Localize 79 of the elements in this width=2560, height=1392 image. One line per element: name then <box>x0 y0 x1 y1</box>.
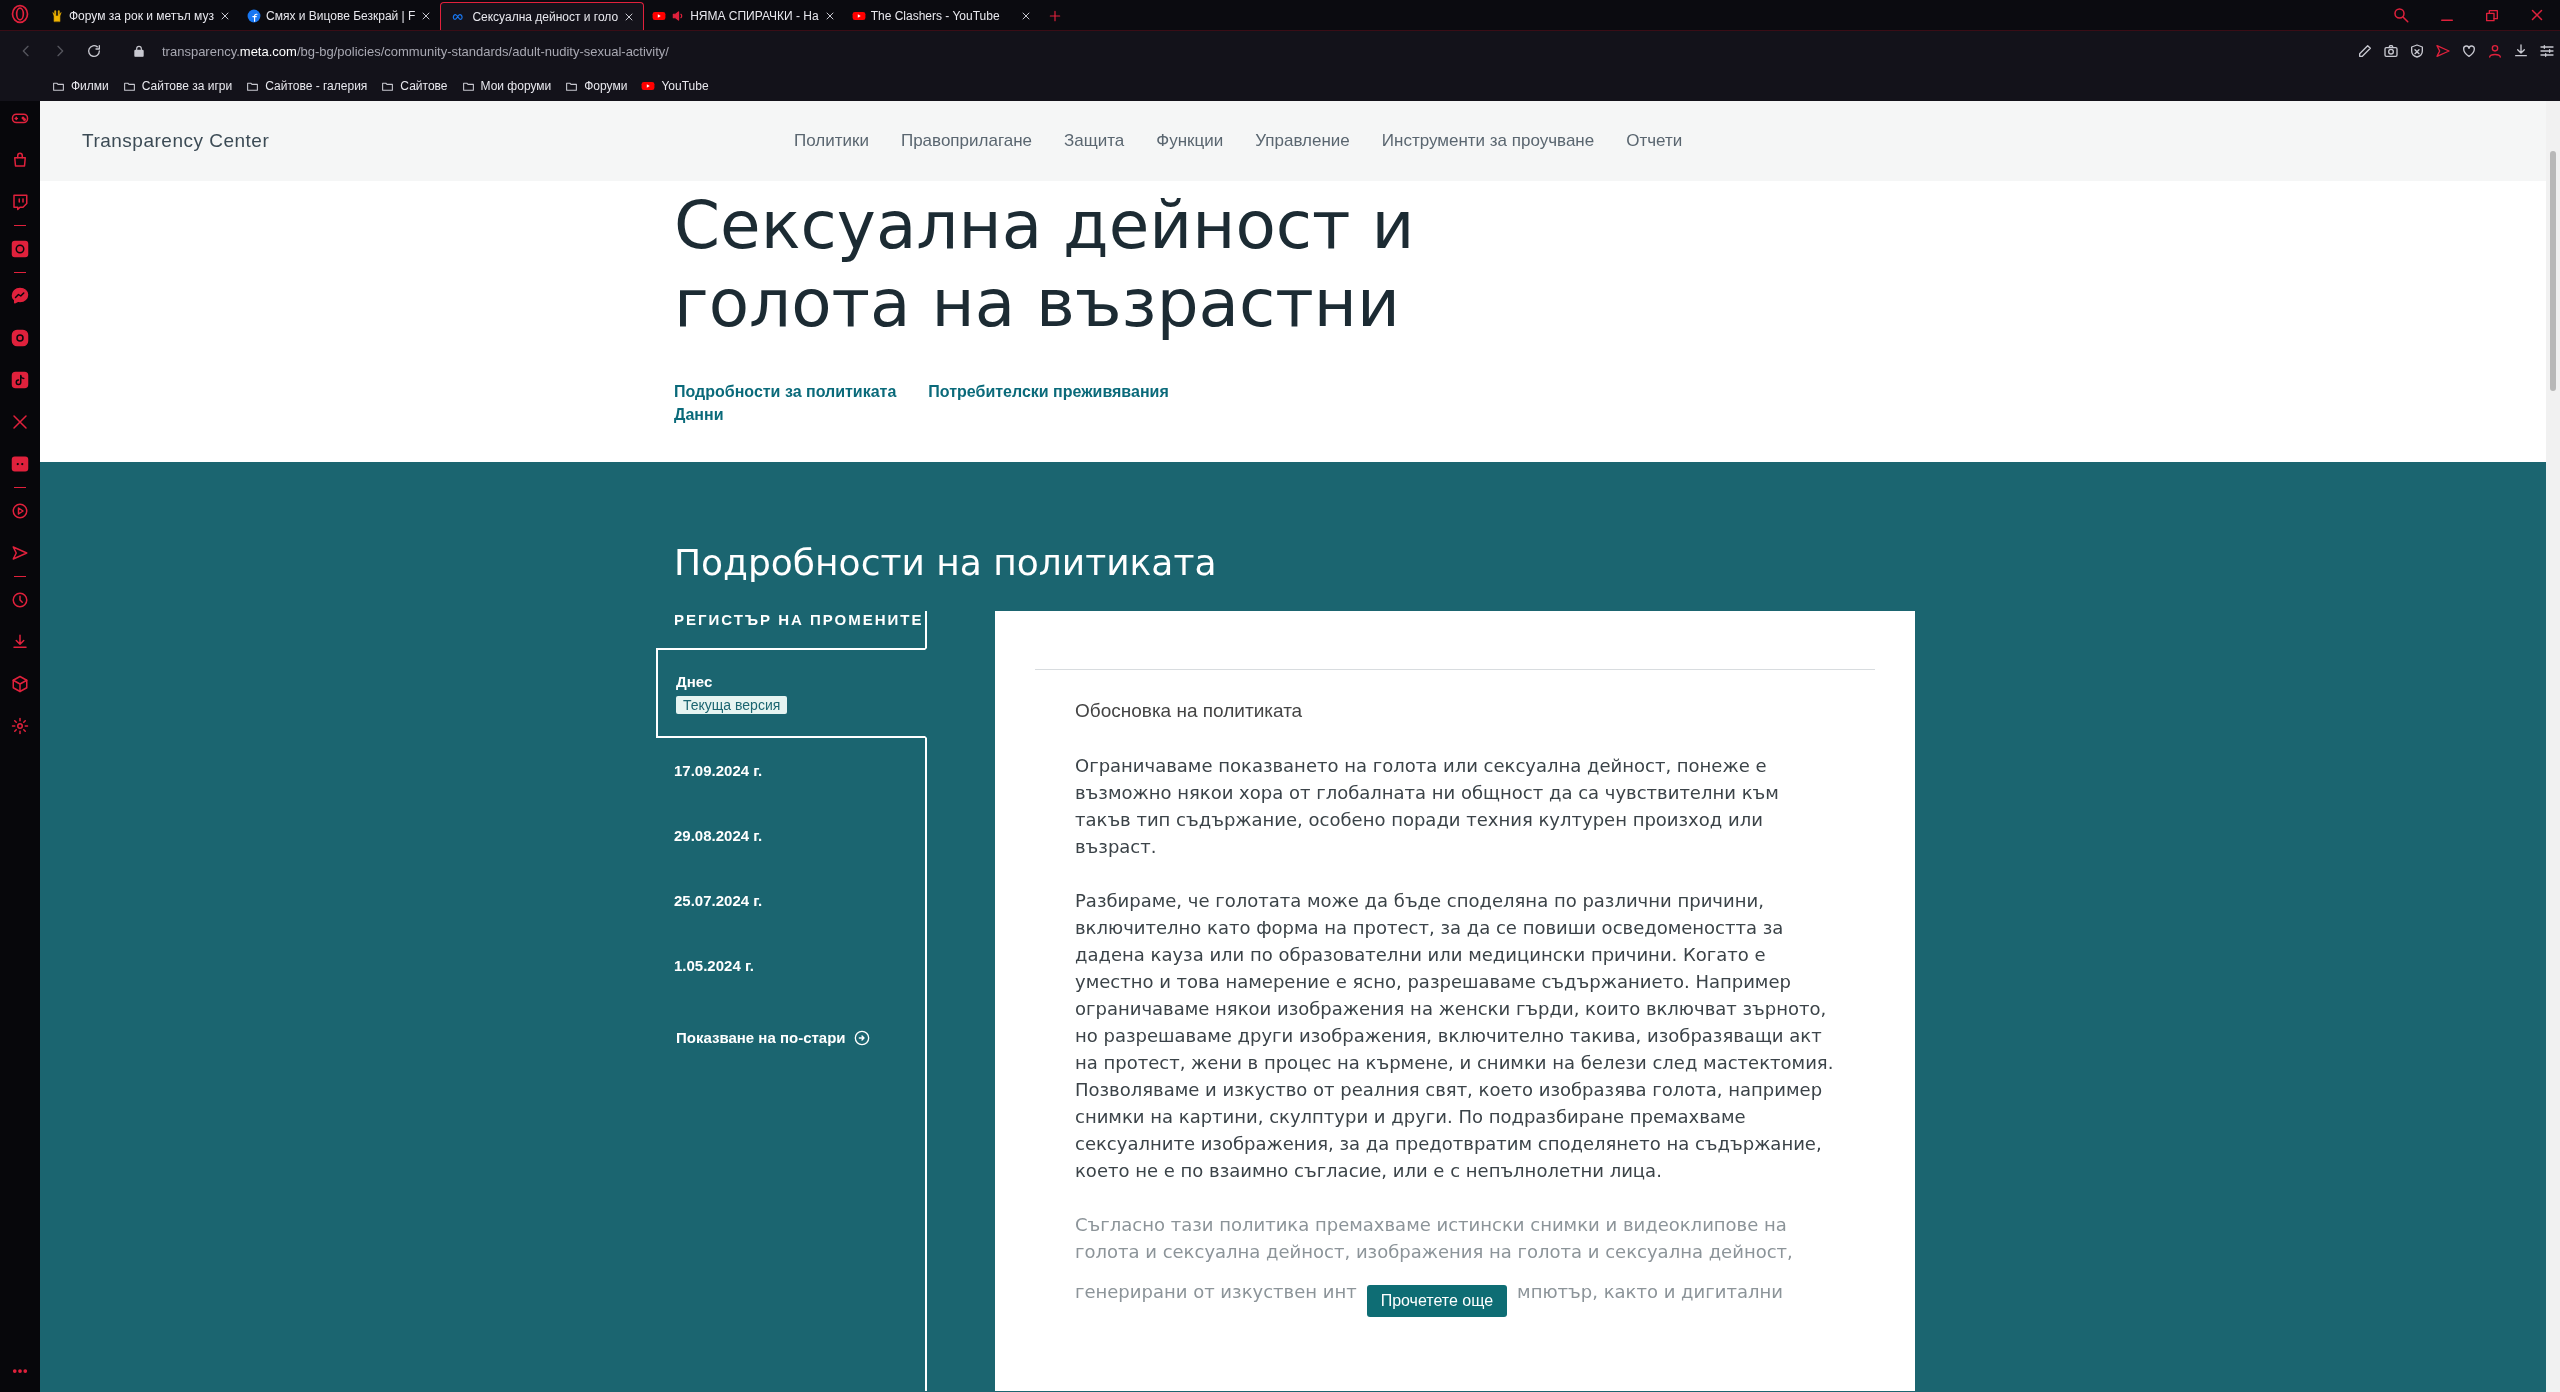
nav-link[interactable]: Защита <box>1064 131 1125 151</box>
bookmark[interactable]: YouTube <box>641 79 709 93</box>
scrollbar-thumb[interactable] <box>2550 151 2556 391</box>
lock-icon <box>132 44 146 58</box>
nav-link[interactable]: Инструменти за проучване <box>1381 131 1595 151</box>
nav-link[interactable]: Управление <box>1255 131 1350 151</box>
youtube-icon <box>851 9 866 23</box>
paragraph: Разбираме, че голотата може да бъде споделяна по различни причини, включително като форма на протест, за да се повиши осведомеността за дадена кауза или по образователни или медицински причини. Когато е уместно и това намерение е ясно, разрешаваме съдържанието. Например ограничаваме някои изображения на женски гърди, които включват зърното, но разрешаваме други изображения, включително такива, изобразяващи акт на протест, жени в процес на кърмене, и снимки на белези след мастектомия. Позволяваме и изкуство от реалния свят, което изобразява голота, например снимки на картини, скулптури и други. По подразбиране премахваме сексуалните изображения, за да предотвратим споделянето на съдържание, което не е по взаимно съгласие, или е с непълнолетни лица. <box>1075 889 1835 1183</box>
facebook-icon <box>247 9 261 23</box>
browser-tab[interactable]: Смях и Вицове Безкрай | F <box>239 2 441 30</box>
section-title: Подробности на политиката <box>674 542 1218 583</box>
changelog-title: РЕГИСТЪР НА ПРОМЕНИТЕ <box>656 611 927 648</box>
tab-title: Форум за рок и метъл муз <box>69 9 214 23</box>
twitch-icon[interactable] <box>11 193 29 211</box>
card-heading: Обосновка на политиката <box>1075 700 1304 722</box>
anchor-link[interactable]: Данни <box>674 406 724 424</box>
scrollbar[interactable] <box>2546 101 2560 1392</box>
url-text: transparency.meta.com/bg-bg/policies/community-standards/adult-nudity-sexual-activity/ <box>162 43 669 59</box>
tab-title: Смях и Вицове Безкрай | F <box>266 9 416 23</box>
show-older-link[interactable]: Показване на по-стари <box>676 1029 870 1046</box>
send-icon[interactable] <box>11 544 29 562</box>
anchor-link[interactable]: Подробности за политиката <box>674 383 897 401</box>
heart-icon[interactable] <box>2461 43 2477 59</box>
tab-title: Сексуална дейност и голо <box>472 9 619 24</box>
read-more-button[interactable]: Прочетете още <box>1366 1285 1508 1317</box>
pencil-edit-icon[interactable] <box>2357 43 2373 59</box>
x-logo-icon[interactable] <box>11 413 29 431</box>
restore-icon[interactable] <box>2484 8 2500 24</box>
youtube-icon <box>652 9 667 23</box>
close-icon[interactable] <box>219 10 231 22</box>
rock-hand-icon <box>50 9 64 23</box>
download-icon[interactable] <box>2513 43 2529 59</box>
nav-link[interactable]: Отчети <box>1626 131 1683 151</box>
cube-icon[interactable] <box>11 675 29 693</box>
changelog-item[interactable]: 29.08.2024 г. <box>656 803 927 868</box>
bookmark[interactable]: Сайтове <box>381 79 448 93</box>
changelog-item[interactable]: 25.07.2024 г. <box>656 868 927 933</box>
nav-link[interactable]: Правоприлагане <box>900 131 1032 151</box>
user-icon[interactable] <box>2487 43 2503 59</box>
faded-text: мпютър, както и дигитални <box>1517 1279 1783 1304</box>
messenger-icon[interactable] <box>11 287 29 305</box>
play-circle-icon[interactable] <box>11 502 29 520</box>
reload-icon[interactable] <box>86 43 102 59</box>
anchor-link[interactable]: Потребителски преживявания <box>928 383 1169 401</box>
browser-tab[interactable]: НЯМА СПИРАЧКИ - На <box>644 2 844 30</box>
version-badge: Текуща версия <box>676 695 788 714</box>
nav-link[interactable]: Функции <box>1156 131 1224 151</box>
bookmark[interactable]: Филми <box>52 79 109 93</box>
search-icon[interactable] <box>2392 6 2410 24</box>
bookmark[interactable]: Сайтове за игри <box>122 79 233 93</box>
settings-sliders-icon[interactable] <box>2539 43 2555 59</box>
instagram-icon[interactable] <box>11 329 29 347</box>
browser-tab[interactable]: Форум за рок и метъл муз <box>42 2 239 30</box>
paragraph: Ограничаваме показването на голота или сексуална дейност, понеже е възможно някои хора от глобалната ни общност да са чувствителни към такъв тип съдържание, особено поради техния културен произход или възраст. <box>1075 754 1780 859</box>
nav-link[interactable]: Политики <box>794 131 869 151</box>
faded-text: генерирани от изкуствен инт <box>1075 1279 1357 1304</box>
tab-title: НЯМА СПИРАЧКИ - На <box>690 9 819 23</box>
bookmark[interactable]: Сайтове - галерия <box>246 79 368 93</box>
camera-icon[interactable] <box>2383 43 2399 59</box>
opera-logo-icon[interactable] <box>10 4 30 24</box>
tiktok-icon[interactable] <box>11 371 29 389</box>
browser-tab[interactable]: The Clashers - YouTube <box>843 2 1040 30</box>
youtube-icon <box>641 79 656 93</box>
changelog-item[interactable]: 17.09.2024 г. <box>656 738 927 803</box>
faded-paragraph: Съгласно тази политика премахваме истински снимки и видеоклипове на голота и сексуална дейност, изображения на голота и сексуална дейност, <box>1075 1213 1794 1264</box>
shield-icon[interactable] <box>2409 43 2425 59</box>
tab-title: The Clashers - YouTube <box>870 9 1001 23</box>
shopping-bag-icon[interactable] <box>11 151 29 169</box>
arrow-circle-icon <box>853 1029 870 1046</box>
page-title: Сексуална дейност и голота на възрастни <box>673 186 1416 343</box>
changelog-item[interactable]: Днес Текуща версия <box>656 648 927 738</box>
bookmark[interactable]: Форуми <box>565 79 628 93</box>
bookmark[interactable]: Мои форуми <box>461 79 552 93</box>
changelog-item[interactable]: 1.05.2024 г. <box>656 933 927 998</box>
send-icon[interactable] <box>2435 43 2451 59</box>
site-brand[interactable]: Transparency Center <box>82 130 562 152</box>
settings-icon[interactable] <box>11 717 29 735</box>
clock-icon[interactable] <box>11 591 29 609</box>
browser-tab[interactable]: Сексуална дейност и голо <box>440 2 645 30</box>
